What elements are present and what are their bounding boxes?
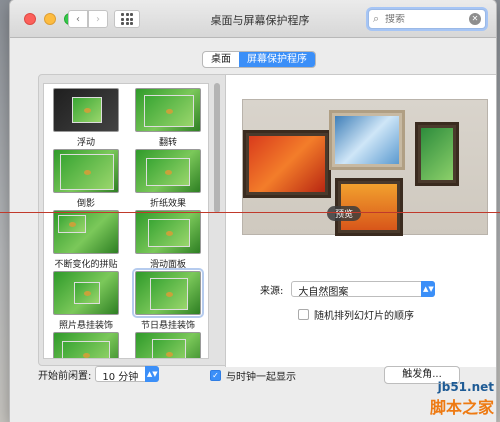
picture-frame-red-forest <box>243 130 331 198</box>
preferences-window: ‹ › 桌面与屏幕保护程序 ⌕ ✕ 桌面 屏幕保护程序 浮动 翻转倒影 折纸效果不断… <box>10 0 496 422</box>
screen-saver-label: 翻转 <box>158 138 177 148</box>
tab-screen-saver[interactable]: 屏幕保护程序 <box>239 52 315 67</box>
annotation-line <box>0 212 500 213</box>
screen-saver-item[interactable]: 不断变化的拼贴 <box>47 210 125 270</box>
screen-saver-item[interactable] <box>47 332 125 358</box>
screen-saver-label: 不断变化的拼贴 <box>54 260 118 270</box>
screen-saver-thumbnail[interactable] <box>135 210 201 254</box>
screen-saver-preview: 预览 <box>242 99 488 236</box>
idle-row: 开始前闲置: 10 分钟 ▲▼ <box>38 366 160 383</box>
scroll-thumb[interactable] <box>214 83 220 213</box>
ladybug-icon <box>69 222 76 227</box>
minimize-window-button[interactable] <box>44 13 56 25</box>
idle-label: 开始前闲置: <box>38 370 92 382</box>
chevron-left-icon: ‹ <box>76 13 80 25</box>
idle-value: 10 分钟 <box>102 372 139 383</box>
source-select[interactable]: 大自然图案 ▲▼ <box>291 281 436 298</box>
tab-desktop[interactable]: 桌面 <box>203 52 239 67</box>
screen-saver-thumbnail[interactable] <box>53 332 119 358</box>
ladybug-icon <box>84 170 91 175</box>
screen-saver-label: 照片悬挂装饰 <box>58 321 113 331</box>
ladybug-icon <box>166 109 173 114</box>
show-clock-label: 与时钟一起显示 <box>226 372 296 383</box>
screen-saver-thumbnail[interactable] <box>135 88 201 132</box>
source-row: 来源: 大自然图案 ▲▼ <box>260 281 436 298</box>
screen-saver-item[interactable]: 倒影 <box>47 149 125 209</box>
screen-saver-item[interactable]: 浮动 <box>47 88 125 148</box>
screen-saver-item[interactable]: 照片悬挂装饰 <box>47 271 125 331</box>
screen-saver-item[interactable]: 翻转 <box>129 88 207 148</box>
search-icon: ⌕ <box>373 12 380 25</box>
screen-saver-thumbnail[interactable] <box>132 268 204 318</box>
search-field[interactable]: ⌕ ✕ <box>368 9 486 29</box>
clock-row: ✓ 与时钟一起显示 <box>210 368 296 383</box>
source-label: 来源: <box>260 285 284 297</box>
screen-saver-thumbnail[interactable] <box>135 332 201 358</box>
screen-saver-label: 浮动 <box>76 138 95 148</box>
grid-icon <box>121 13 133 25</box>
updown-chevron-icon: ▲▼ <box>145 366 160 382</box>
screen-saver-label: 节日悬挂装饰 <box>140 321 195 331</box>
watermark: jb51.net 脚本之家 <box>430 380 494 418</box>
screen-saver-label: 倒影 <box>76 199 95 209</box>
screen-saver-list[interactable]: 浮动 翻转倒影 折纸效果不断变化的拼贴 滑动面板照片悬挂装饰 节日悬挂装饰 <box>43 83 209 359</box>
picture-frame-blue-ice <box>329 110 405 170</box>
show-all-button[interactable] <box>114 10 140 28</box>
updown-chevron-icon: ▲▼ <box>421 281 436 297</box>
shuffle-label: 随机排列幻灯片的顺序 <box>314 311 414 322</box>
screen-saver-thumbnail[interactable] <box>135 149 201 193</box>
screen-saver-item[interactable]: 滑动面板 <box>129 210 207 270</box>
picture-frame-green-leaf <box>415 122 459 186</box>
ladybug-icon <box>84 291 91 296</box>
bottom-bar: 开始前闲置: 10 分钟 ▲▼ ✓ 与时钟一起显示 触发角... <box>10 366 496 396</box>
screen-saver-item[interactable] <box>129 332 207 358</box>
back-button[interactable]: ‹ <box>68 10 88 28</box>
screen-saver-item[interactable]: 折纸效果 <box>129 149 207 209</box>
source-value: 大自然图案 <box>298 287 349 298</box>
screen-saver-thumbnail[interactable] <box>53 88 119 132</box>
ladybug-icon <box>84 108 91 113</box>
screen-saver-item[interactable]: 节日悬挂装饰 <box>129 268 207 331</box>
screen-saver-label: 滑动面板 <box>149 260 186 270</box>
ladybug-icon <box>166 292 173 297</box>
ladybug-icon <box>165 170 172 175</box>
shuffle-checkbox[interactable] <box>298 309 309 320</box>
show-clock-checkbox[interactable]: ✓ <box>210 370 221 381</box>
ladybug-icon <box>83 353 90 358</box>
window-title: 桌面与屏幕保护程序 <box>210 14 310 27</box>
ladybug-icon <box>166 231 173 236</box>
preview-pane: 预览 来源: 大自然图案 ▲▼ 随机排列幻灯片的顺序 <box>225 75 496 367</box>
watermark-url: jb51.net <box>437 380 494 394</box>
screen-saver-pane: 浮动 翻转倒影 折纸效果不断变化的拼贴 滑动面板照片悬挂装饰 节日悬挂装饰 预览 来源:… <box>38 74 496 367</box>
preview-button[interactable]: 预览 <box>327 206 362 221</box>
clear-search-icon[interactable]: ✕ <box>469 13 481 25</box>
search-input[interactable] <box>385 13 469 25</box>
title-bar: ‹ › 桌面与屏幕保护程序 ⌕ ✕ <box>10 0 496 38</box>
idle-time-select[interactable]: 10 分钟 ▲▼ <box>95 366 160 383</box>
list-scrollbar[interactable] <box>213 83 221 359</box>
close-window-button[interactable] <box>24 13 36 25</box>
tab-bar: 桌面 屏幕保护程序 <box>202 51 316 68</box>
screen-saver-thumbnail[interactable] <box>53 149 119 193</box>
shuffle-row: 随机排列幻灯片的顺序 <box>298 307 414 322</box>
forward-button[interactable]: › <box>88 10 108 28</box>
ladybug-icon <box>166 352 173 357</box>
watermark-text: 脚本之家 <box>429 398 494 417</box>
screen-saver-label: 折纸效果 <box>149 199 186 209</box>
chevron-right-icon: › <box>96 13 100 25</box>
screen-saver-thumbnail[interactable] <box>53 210 119 254</box>
screen-saver-thumbnail[interactable] <box>53 271 119 315</box>
